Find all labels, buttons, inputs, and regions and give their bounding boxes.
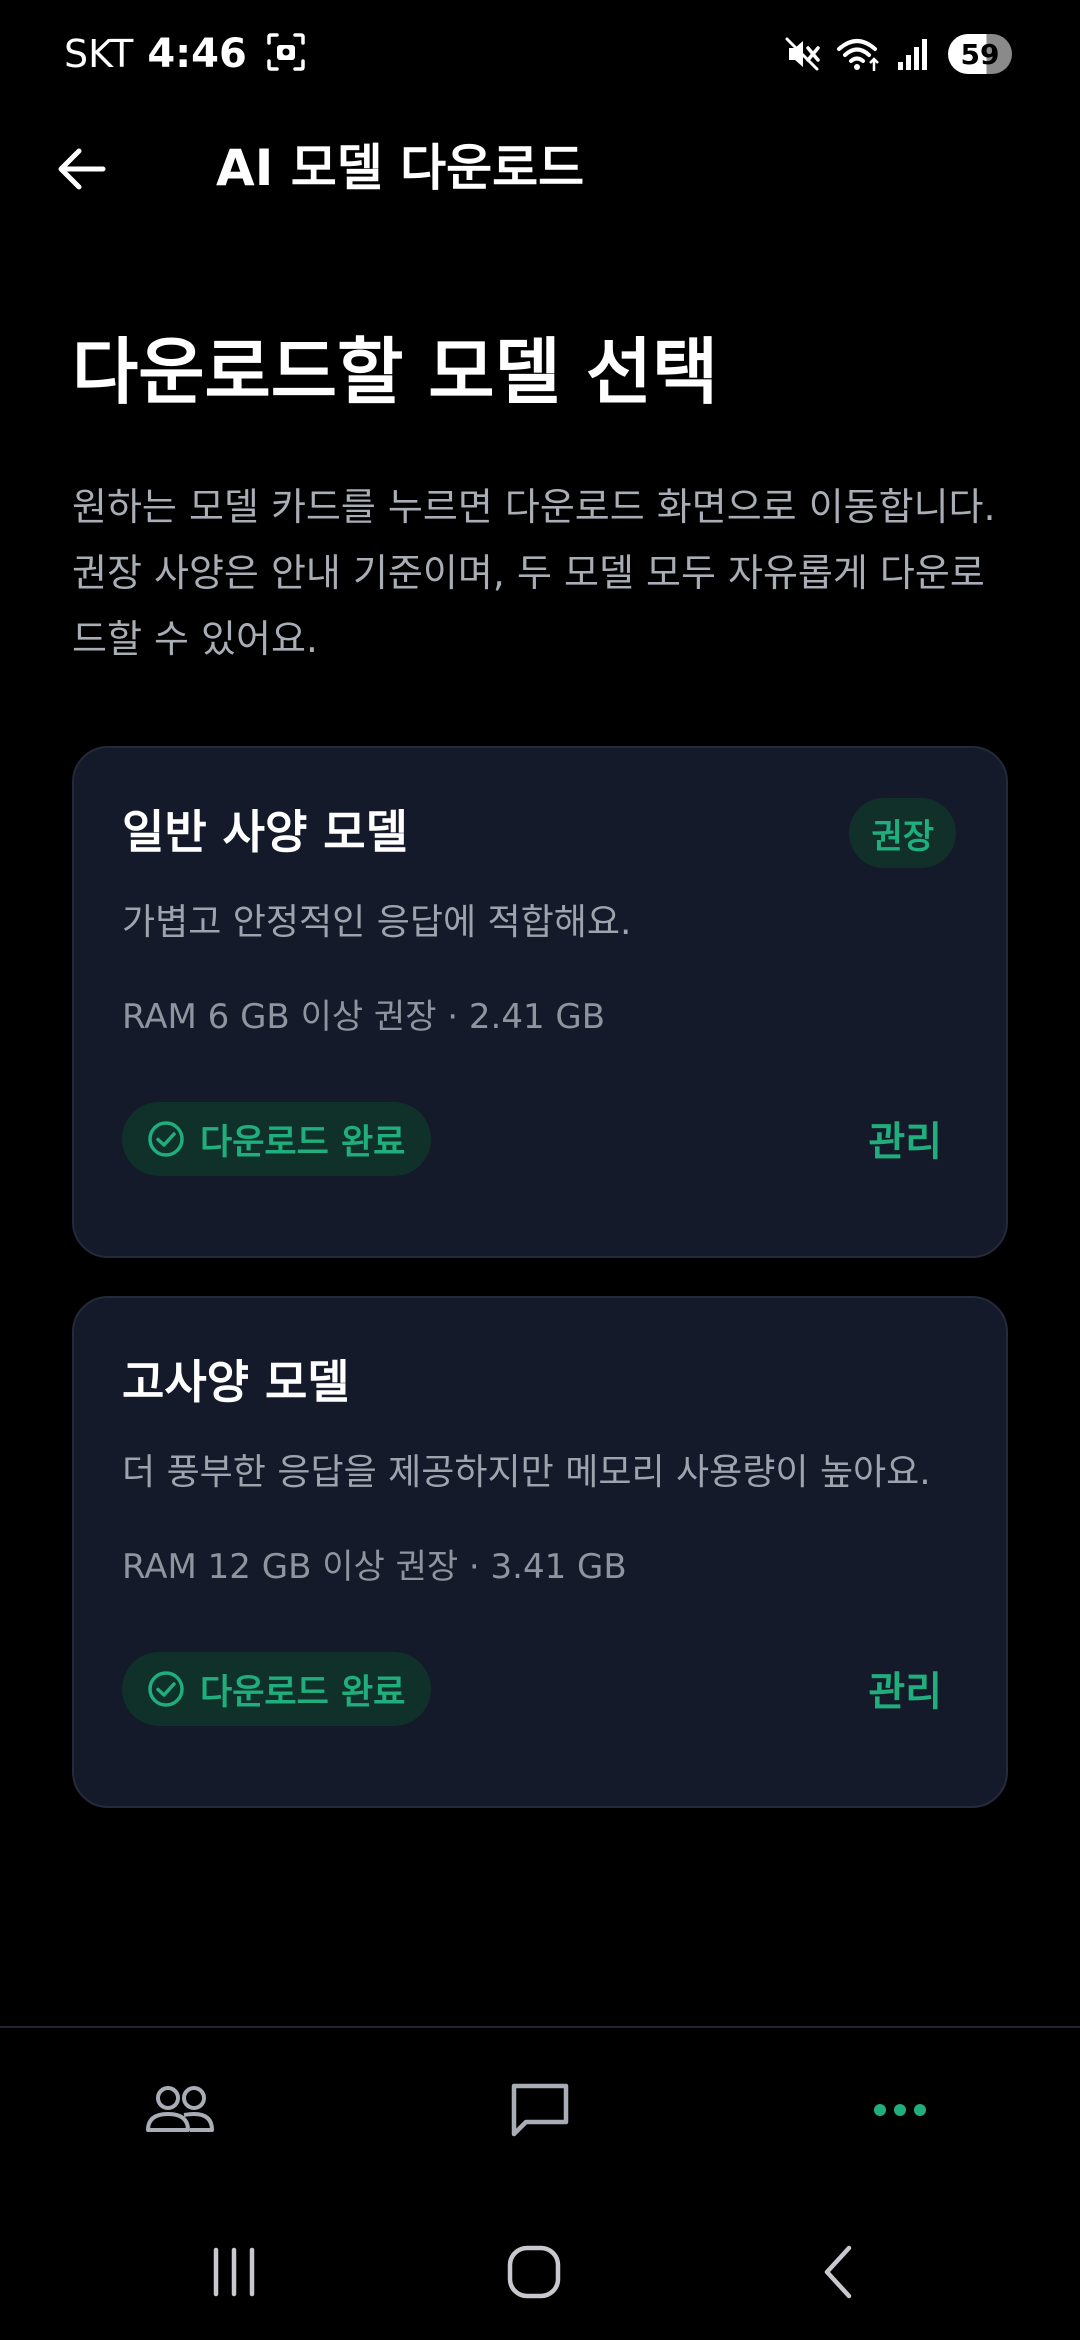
clock: 4:46 [147,31,247,77]
nav-chat[interactable] [495,2070,585,2150]
manage-button[interactable]: 관리 [868,1112,942,1172]
back-button[interactable] [46,134,116,204]
model-card-standard[interactable]: 일반 사양 모델 권장 가볍고 안정적인 응답에 적합해요. RAM 6 GB … [72,746,1008,1258]
download-status-chip: 다운로드 완료 [122,1652,432,1726]
app-bar: AI 모델 다운로드 [0,108,1080,224]
model-card-high-end[interactable]: 고사양 모델 더 풍부한 응답을 제공하지만 메모리 사용량이 높아요. RAM… [72,1296,1008,1808]
app-title: AI 모델 다운로드 [216,139,585,197]
model-description: 가볍고 안정적인 응답에 적합해요. [122,902,632,943]
recents-icon [213,2247,255,2297]
home-button[interactable] [494,2232,574,2312]
more-icon [874,2104,926,2116]
nav-more[interactable] [855,2070,945,2150]
model-spec: RAM 6 GB 이상 권장 · 2.41 GB [122,997,606,1037]
manage-button[interactable]: 관리 [868,1662,942,1722]
home-icon [507,2245,561,2299]
system-navigation [0,2196,1080,2340]
screenshot-icon [265,31,307,77]
recent-apps-button[interactable] [194,2232,274,2312]
people-icon [146,2086,214,2132]
screen: SKT 4:46 59 AI 모델 다운로드 다운로드할 모델 선택 원하는 모… [0,0,1080,2340]
nav-friends[interactable] [135,2070,225,2150]
model-title: 일반 사양 모델 [122,805,408,859]
arrow-left-icon [58,148,106,190]
chat-icon [511,2083,569,2137]
mute-icon [770,35,822,73]
model-title: 고사양 모델 [122,1355,350,1409]
download-status-label: 다운로드 완료 [200,1122,406,1163]
check-circle-icon [148,1121,184,1157]
page-description: 원하는 모델 카드를 누르면 다운로드 화면으로 이동합니다. 권장 사양은 안… [72,485,996,661]
recommended-badge: 권장 [849,798,956,868]
system-back-button[interactable] [800,2232,880,2312]
page-title: 다운로드할 모델 선택 [72,330,719,414]
status-right: 59 [770,28,1012,80]
check-circle-icon [148,1671,184,1707]
carrier-label: SKT [64,32,134,76]
chevron-left-icon [824,2245,852,2299]
wifi-icon [822,35,882,73]
status-bar: SKT 4:46 59 [0,0,1080,108]
bottom-navigation [0,2026,1080,2196]
signal-icon [882,36,930,72]
model-description: 더 풍부한 응답을 제공하지만 메모리 사용량이 높아요. [122,1452,931,1493]
download-status-label: 다운로드 완료 [200,1672,406,1713]
model-spec: RAM 12 GB 이상 권장 · 3.41 GB [122,1547,627,1587]
battery-indicator: 59 [948,34,1012,74]
status-left: SKT 4:46 [64,28,307,80]
download-status-chip: 다운로드 완료 [122,1102,432,1176]
